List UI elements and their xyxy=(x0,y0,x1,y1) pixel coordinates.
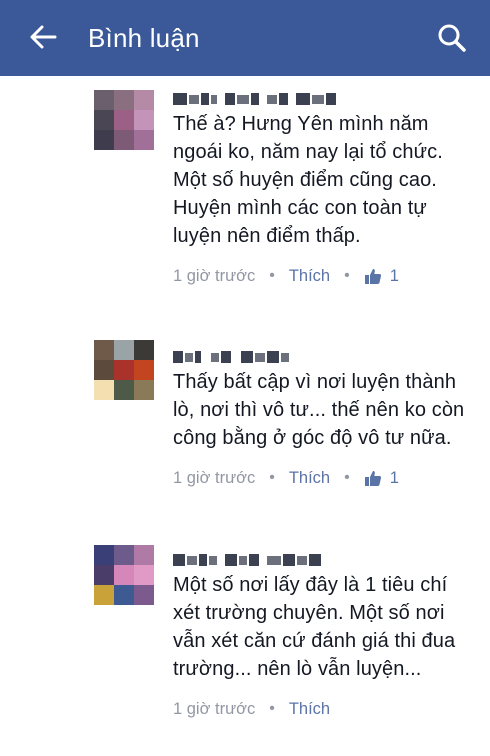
avatar-pixel xyxy=(94,360,114,380)
avatar-pixel xyxy=(94,585,114,605)
avatar-pixel xyxy=(114,545,134,565)
avatar-pixel xyxy=(94,545,114,565)
comment-meta: 1 giờ trước • Thích • 1 xyxy=(173,264,473,288)
app-bar: Bình luận xyxy=(0,0,490,76)
comment-item: Thấy bất cập vì nơi luyện thành lò, nơi … xyxy=(0,340,490,516)
comment-text: Một số nơi lấy đây là 1 tiêu chí xét trư… xyxy=(173,574,456,680)
separator-dot: • xyxy=(344,469,350,486)
arrow-left-icon xyxy=(30,25,57,49)
avatar-pixel xyxy=(134,130,154,150)
comment-meta: 1 giờ trước • Thích xyxy=(173,697,473,721)
avatar-pixel xyxy=(94,90,114,110)
avatar-pixel xyxy=(134,340,154,360)
commenter-name-redacted[interactable] xyxy=(173,88,473,110)
comment-time[interactable]: 1 giờ trước xyxy=(173,469,255,488)
avatar-pixel xyxy=(114,360,134,380)
like-count[interactable]: 1 xyxy=(364,469,399,488)
search-icon xyxy=(438,24,466,52)
avatar-pixel xyxy=(114,130,134,150)
avatar-pixel xyxy=(114,340,134,360)
search-button[interactable] xyxy=(434,20,470,56)
avatar-pixel xyxy=(94,110,114,130)
like-count[interactable]: 1 xyxy=(364,267,399,286)
back-button[interactable] xyxy=(26,20,60,54)
avatar-pixel xyxy=(114,110,134,130)
commenter-name-redacted[interactable] xyxy=(173,549,473,571)
thumbs-up-icon xyxy=(364,471,381,486)
avatar[interactable] xyxy=(94,90,154,150)
separator-dot: • xyxy=(269,469,275,486)
avatar-pixel xyxy=(134,90,154,110)
avatar-pixel xyxy=(134,585,154,605)
avatar-pixel xyxy=(114,90,134,110)
avatar-pixel xyxy=(134,545,154,565)
comment-item: Một số nơi lấy đây là 1 tiêu chí xét trư… xyxy=(0,543,490,753)
separator-dot: • xyxy=(269,700,275,717)
avatar-pixel xyxy=(114,380,134,400)
avatar-pixel xyxy=(134,110,154,130)
comment-text: Thấy bất cập vì nơi luyện thành lò, nơi … xyxy=(173,371,465,449)
avatar-pixel xyxy=(134,565,154,585)
avatar-pixel xyxy=(94,340,114,360)
like-count-value: 1 xyxy=(389,468,399,487)
like-button[interactable]: Thích xyxy=(289,700,330,719)
avatar-pixel xyxy=(134,360,154,380)
comment-meta: 1 giờ trước • Thích • 1 xyxy=(173,466,473,490)
commenter-name-redacted[interactable] xyxy=(173,346,473,368)
comment-text: Thế à? Hưng Yên mình năm ngoái ko, năm n… xyxy=(173,113,443,247)
comment-item: Thế à? Hưng Yên mình năm ngoái ko, năm n… xyxy=(0,88,490,318)
like-button[interactable]: Thích xyxy=(289,469,330,488)
thumbs-up-icon xyxy=(364,269,381,284)
like-count-value: 1 xyxy=(389,266,399,285)
avatar[interactable] xyxy=(94,545,154,605)
comment-time[interactable]: 1 giờ trước xyxy=(173,700,255,719)
separator-dot: • xyxy=(269,267,275,284)
avatar-pixel xyxy=(114,565,134,585)
like-button[interactable]: Thích xyxy=(289,267,330,286)
page-title: Bình luận xyxy=(88,23,200,53)
comments-list: Thế à? Hưng Yên mình năm ngoái ko, năm n… xyxy=(0,76,490,756)
avatar[interactable] xyxy=(94,340,154,400)
comment-time[interactable]: 1 giờ trước xyxy=(173,267,255,286)
avatar-pixel xyxy=(94,130,114,150)
avatar-pixel xyxy=(94,565,114,585)
avatar-pixel xyxy=(94,380,114,400)
separator-dot: • xyxy=(344,267,350,284)
avatar-pixel xyxy=(134,380,154,400)
avatar-pixel xyxy=(114,585,134,605)
